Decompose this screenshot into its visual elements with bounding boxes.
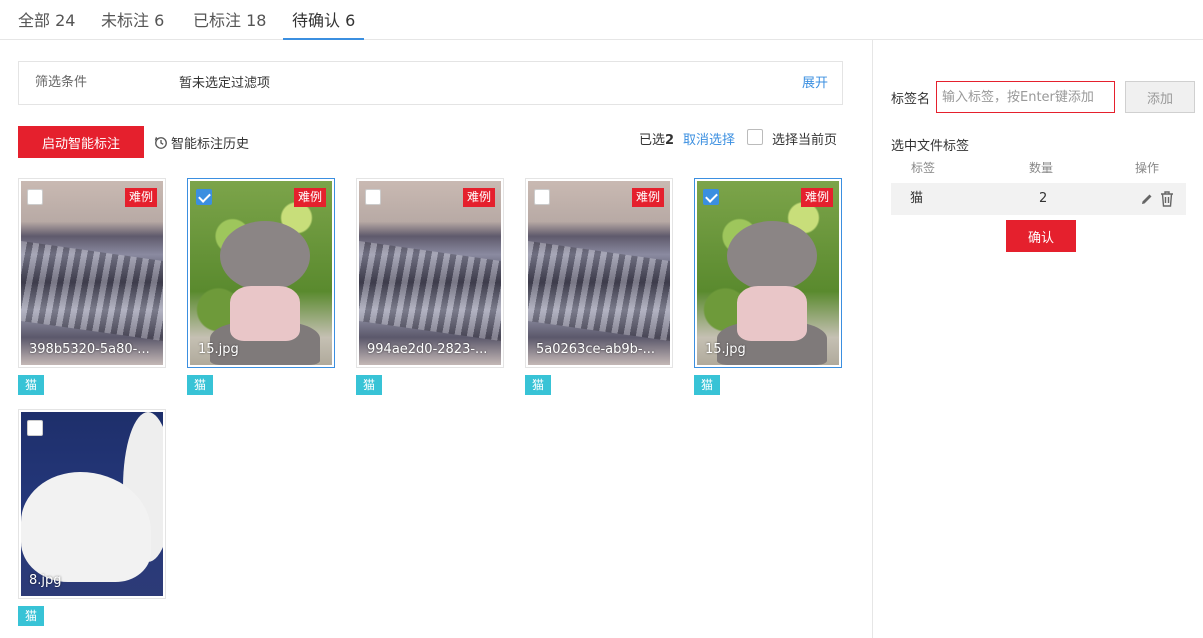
tab-all[interactable]: 全部 24 [18,0,75,40]
keyboard-image [21,181,163,365]
image-card: 难例 15.jpg 猫 [187,178,335,395]
edit-icon[interactable] [1140,192,1154,206]
hard-example-badge: 难例 [462,188,495,207]
image-card: 难例 5a0263ce-ab9b-... 猫 [525,178,673,395]
delete-icon[interactable] [1160,191,1174,207]
image-thumbnail[interactable]: 难例 15.jpg [694,178,842,368]
card-checkbox[interactable] [196,189,212,205]
label-tag: 猫 [525,375,552,395]
filter-expand-link[interactable]: 展开 [802,62,828,106]
tab-bar: 全部 24 未标注 6 已标注 18 待确认 6 [0,0,1203,40]
keyboard-image [528,181,670,365]
smart-label-history-link[interactable]: 智能标注历史 [154,133,249,152]
header-action: 操作 [1135,161,1160,175]
dog-image [190,181,332,365]
file-name: 994ae2d0-2823-... [367,342,488,357]
tab-pending-confirm[interactable]: 待确认 6 [283,0,365,40]
label-tag: 猫 [18,375,45,395]
dog-image [697,181,839,365]
history-label: 智能标注历史 [171,137,250,152]
filter-value: 暂未选定过滤项 [179,76,271,91]
file-name: 8.jpg [29,573,62,588]
cat-image [21,412,163,596]
cancel-selection-link[interactable]: 取消选择 [683,129,735,148]
header-count: 数量 [1029,161,1054,175]
selected-count: 已选2 [639,129,674,148]
label-row-count: 2 [1039,191,1048,206]
image-thumbnail[interactable]: 难例 5a0263ce-ab9b-... [525,178,673,368]
file-name: 15.jpg [198,342,239,357]
image-thumbnail[interactable]: 8.jpg [18,409,166,599]
hard-example-badge: 难例 [293,188,326,207]
image-card: 8.jpg 猫 [18,409,166,626]
card-checkbox[interactable] [703,189,719,205]
history-clock-icon [154,136,167,149]
image-thumbnail[interactable]: 难例 15.jpg [187,178,335,368]
label-tag: 猫 [356,375,383,395]
selected-prefix: 已选 [639,133,666,148]
panel-divider [872,40,873,638]
card-checkbox[interactable] [27,189,43,205]
file-name: 398b5320-5a80-... [29,342,150,357]
keyboard-image [359,181,501,365]
hard-example-badge: 难例 [124,188,157,207]
select-page-label: 选择当前页 [772,133,838,148]
image-card: 难例 15.jpg 猫 [694,178,842,395]
label-name-title: 标签名 [891,92,931,107]
card-checkbox[interactable] [365,189,381,205]
confirm-button[interactable]: 确认 [1006,220,1076,252]
image-thumbnail[interactable]: 难例 398b5320-5a80-... [18,178,166,368]
label-name-input[interactable] [936,81,1115,113]
file-name: 5a0263ce-ab9b-... [536,342,655,357]
image-card: 难例 398b5320-5a80-... 猫 [18,178,166,395]
label-row: 猫 2 [891,183,1186,215]
tab-unlabeled[interactable]: 未标注 6 [101,0,164,40]
image-thumbnail[interactable]: 难例 994ae2d0-2823-... [356,178,504,368]
tab-labeled[interactable]: 已标注 18 [193,0,266,40]
selected-file-labels-title: 选中文件标签 [891,139,970,154]
label-row-name: 猫 [910,191,924,206]
hard-example-badge: 难例 [800,188,833,207]
filter-label: 筛选条件 [35,75,88,90]
label-tag: 猫 [694,375,721,395]
selected-number: 2 [665,133,675,148]
card-checkbox[interactable] [534,189,550,205]
filter-bar: 筛选条件 暂未选定过滤项 展开 [18,61,843,105]
label-tag: 猫 [187,375,214,395]
header-tag: 标签 [911,161,936,175]
card-checkbox[interactable] [27,420,43,436]
hard-example-badge: 难例 [631,188,664,207]
start-smart-label-button[interactable]: 启动智能标注 [18,126,144,158]
add-label-button[interactable]: 添加 [1125,81,1195,113]
file-name: 15.jpg [705,342,746,357]
label-tag: 猫 [18,606,45,626]
image-card: 难例 994ae2d0-2823-... 猫 [356,178,504,395]
select-page-checkbox[interactable] [747,129,763,145]
